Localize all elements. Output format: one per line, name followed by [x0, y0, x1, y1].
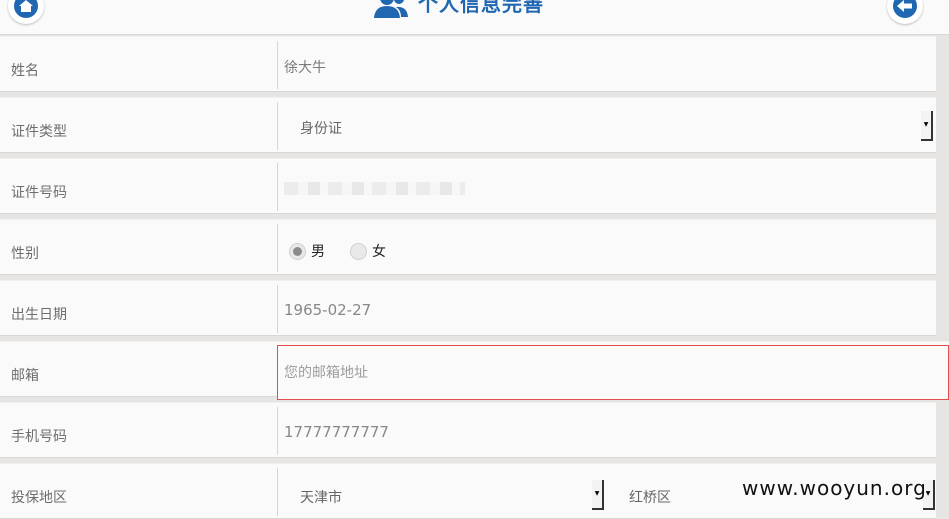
gender-option-label: 男: [311, 244, 325, 260]
city-dropdown-arrow[interactable]: ▼: [592, 480, 604, 510]
email-field[interactable]: [277, 345, 949, 400]
mobile-value[interactable]: 17777777777: [284, 423, 389, 441]
title-group: 个人信息完善: [372, 0, 544, 18]
id-number-masked-value[interactable]: [284, 182, 465, 195]
form-row-name: 姓名 徐大牛: [0, 36, 936, 92]
back-button[interactable]: [887, 0, 923, 24]
city-selected-value: 天津市: [300, 490, 342, 506]
row-divider: [277, 41, 278, 89]
row-divider: [277, 163, 278, 211]
gender-option-label: 女: [372, 244, 386, 260]
gender-option-male[interactable]: 男: [289, 241, 325, 261]
row-divider: [277, 285, 278, 333]
row-divider: [277, 102, 278, 150]
gender-option-female[interactable]: 女: [350, 241, 386, 261]
district-selected-value: 红桥区: [629, 490, 671, 506]
chevron-down-icon: ▼: [923, 121, 929, 128]
gender-label: 性别: [11, 246, 39, 262]
back-arrow-icon: [893, 0, 917, 18]
watermark: www.wooyun.org: [742, 476, 927, 500]
form-row-birthdate: 出生日期 1965-02-27: [0, 280, 936, 336]
email-label: 邮箱: [11, 368, 39, 384]
city-select[interactable]: 天津市 ▼: [300, 480, 606, 510]
form-row-id-number: 证件号码: [0, 158, 936, 214]
birthdate-value[interactable]: 1965-02-27: [284, 301, 371, 319]
radio-button-male[interactable]: [289, 242, 306, 260]
row-divider: [277, 224, 278, 272]
name-label: 姓名: [11, 63, 39, 79]
mobile-label: 手机号码: [11, 429, 67, 445]
profile-completion-page: 个人信息完善 姓名 徐大牛 证件类型 身份证 ▼ 证件号码 性别 男 女 出生日…: [0, 0, 949, 519]
id-type-selected-value: 身份证: [300, 121, 342, 137]
page-header: 个人信息完善: [0, 0, 949, 35]
form-row-mobile: 手机号码 17777777777: [0, 402, 936, 458]
row-divider: [277, 468, 278, 516]
id-number-label: 证件号码: [11, 185, 67, 201]
id-type-dropdown-arrow[interactable]: ▼: [921, 111, 933, 141]
home-button[interactable]: [8, 0, 44, 24]
chevron-down-icon: ▼: [594, 490, 600, 497]
home-icon: [14, 0, 38, 18]
radio-button-female[interactable]: [350, 242, 367, 260]
page-title: 个人信息完善: [418, 0, 544, 16]
region-label: 投保地区: [11, 490, 67, 506]
id-type-label: 证件类型: [11, 124, 67, 140]
radio-selected-dot: [293, 246, 302, 256]
id-type-select[interactable]: 身份证 ▼: [300, 111, 935, 141]
birthdate-label: 出生日期: [11, 307, 67, 323]
form-row-id-type: 证件类型 身份证 ▼: [0, 97, 936, 153]
row-divider: [277, 407, 278, 455]
form-row-email: 邮箱: [0, 341, 949, 400]
form-row-gender: 性别 男 女: [0, 219, 936, 275]
users-icon: [374, 0, 408, 18]
name-value[interactable]: 徐大牛: [284, 57, 326, 77]
